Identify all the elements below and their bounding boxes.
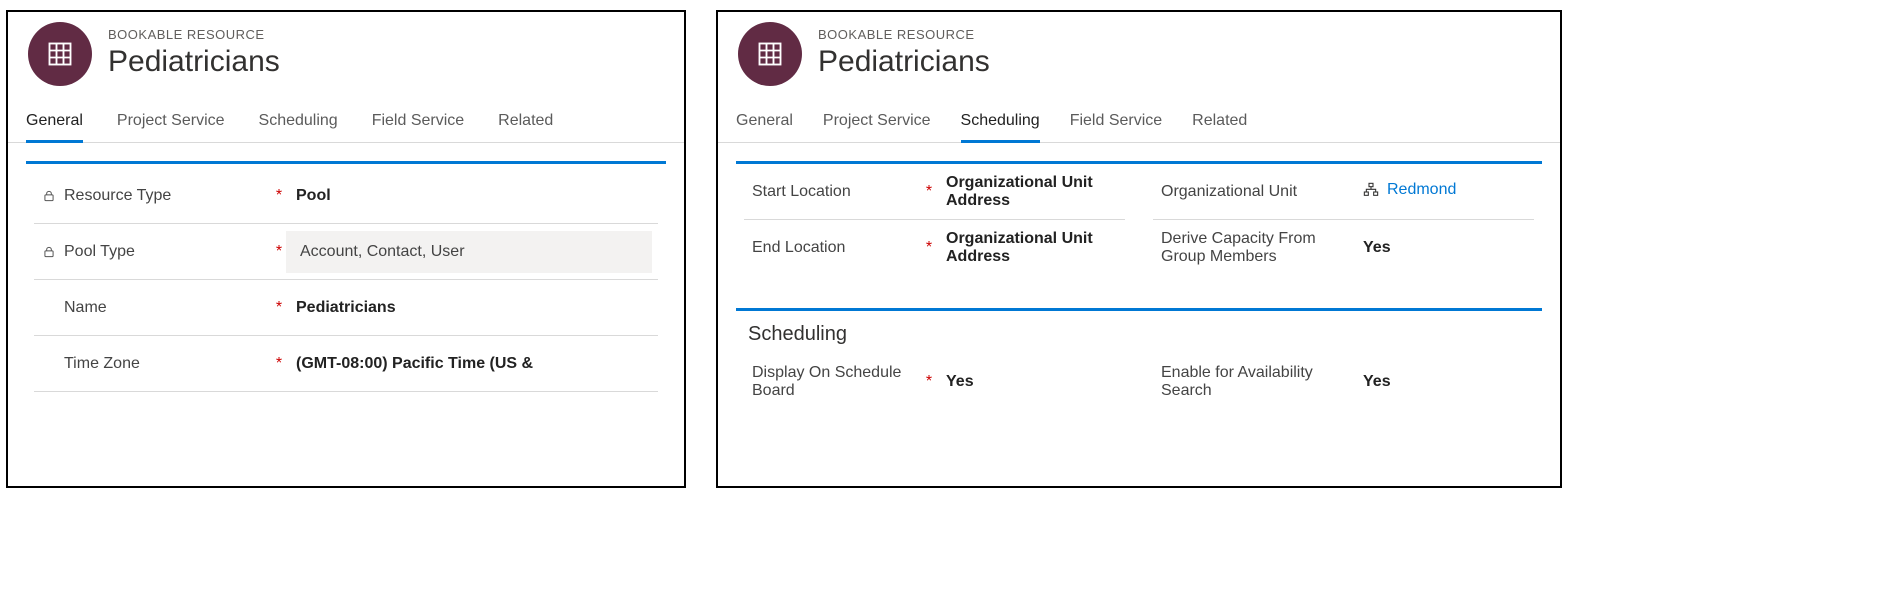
entity-icon	[28, 22, 92, 86]
field-value: Account, Contact, User	[286, 231, 652, 273]
tab-scheduling[interactable]: Scheduling	[961, 104, 1040, 143]
field-resource-type[interactable]: Resource Type * Pool	[34, 168, 658, 224]
field-enable-availability[interactable]: Enable for Availability Search Yes	[1153, 354, 1534, 410]
field-name[interactable]: Name * Pediatricians	[34, 280, 658, 336]
field-label: Time Zone	[64, 355, 264, 373]
record-header: BOOKABLE RESOURCE Pediatricians	[718, 12, 1560, 86]
entity-icon	[738, 22, 802, 86]
tab-general[interactable]: General	[26, 104, 83, 143]
field-value: Pediatricians	[286, 299, 658, 317]
required-marker: *	[272, 187, 286, 205]
field-value: Pool	[286, 187, 658, 205]
lock-icon	[42, 189, 56, 203]
tab-field-service[interactable]: Field Service	[1070, 104, 1162, 143]
required-marker: *	[922, 239, 936, 257]
tab-related[interactable]: Related	[498, 104, 553, 143]
lock-icon	[42, 245, 56, 259]
field-label: Organizational Unit	[1161, 183, 1353, 201]
section-title-scheduling: Scheduling	[744, 311, 1534, 354]
field-label: Resource Type	[64, 187, 264, 205]
field-label: End Location	[752, 239, 914, 257]
field-pool-type[interactable]: Pool Type * Account, Contact, User	[34, 224, 658, 280]
panel-general: BOOKABLE RESOURCE Pediatricians General …	[6, 10, 686, 488]
field-value: Organizational Unit Address	[936, 230, 1125, 266]
field-start-location[interactable]: Start Location * Organizational Unit Add…	[744, 164, 1125, 220]
required-marker: *	[922, 373, 936, 391]
lookup-text: Redmond	[1387, 181, 1456, 199]
field-label: Pool Type	[64, 243, 264, 261]
tabs: General Project Service Scheduling Field…	[8, 104, 684, 143]
required-marker: *	[272, 299, 286, 317]
record-title: Pediatricians	[108, 45, 280, 80]
field-derive-capacity[interactable]: Derive Capacity From Group Members Yes	[1153, 220, 1534, 276]
field-value: Organizational Unit Address	[936, 174, 1125, 210]
required-marker: *	[272, 243, 286, 261]
record-title: Pediatricians	[818, 45, 990, 80]
panel-scheduling: BOOKABLE RESOURCE Pediatricians General …	[716, 10, 1562, 488]
field-label: Display On Schedule Board	[752, 364, 914, 400]
tab-scheduling[interactable]: Scheduling	[259, 104, 338, 143]
required-marker: *	[922, 183, 936, 201]
field-value: Yes	[936, 373, 1125, 391]
field-time-zone[interactable]: Time Zone * (GMT-08:00) Pacific Time (US…	[34, 336, 658, 392]
tab-general[interactable]: General	[736, 104, 793, 143]
record-header: BOOKABLE RESOURCE Pediatricians	[8, 12, 684, 86]
field-end-location[interactable]: End Location * Organizational Unit Addre…	[744, 220, 1125, 276]
tab-project-service[interactable]: Project Service	[823, 104, 931, 143]
lookup-value[interactable]: Redmond	[1363, 181, 1456, 199]
entity-eyebrow: BOOKABLE RESOURCE	[818, 28, 990, 43]
tab-related[interactable]: Related	[1192, 104, 1247, 143]
field-label: Derive Capacity From Group Members	[1161, 230, 1353, 266]
field-label: Start Location	[752, 183, 914, 201]
tabs: General Project Service Scheduling Field…	[718, 104, 1560, 143]
field-display-on-board[interactable]: Display On Schedule Board * Yes	[744, 354, 1125, 410]
field-value: Yes	[1353, 373, 1534, 391]
tab-field-service[interactable]: Field Service	[372, 104, 464, 143]
required-marker: *	[272, 355, 286, 373]
field-organizational-unit[interactable]: Organizational Unit	[1153, 164, 1534, 220]
field-label: Name	[64, 299, 264, 317]
field-label: Enable for Availability Search	[1161, 364, 1353, 400]
entity-eyebrow: BOOKABLE RESOURCE	[108, 28, 280, 43]
field-value: (GMT-08:00) Pacific Time (US &	[286, 355, 658, 373]
field-value: Yes	[1353, 239, 1534, 257]
hierarchy-icon	[1363, 182, 1379, 198]
tab-project-service[interactable]: Project Service	[117, 104, 225, 143]
